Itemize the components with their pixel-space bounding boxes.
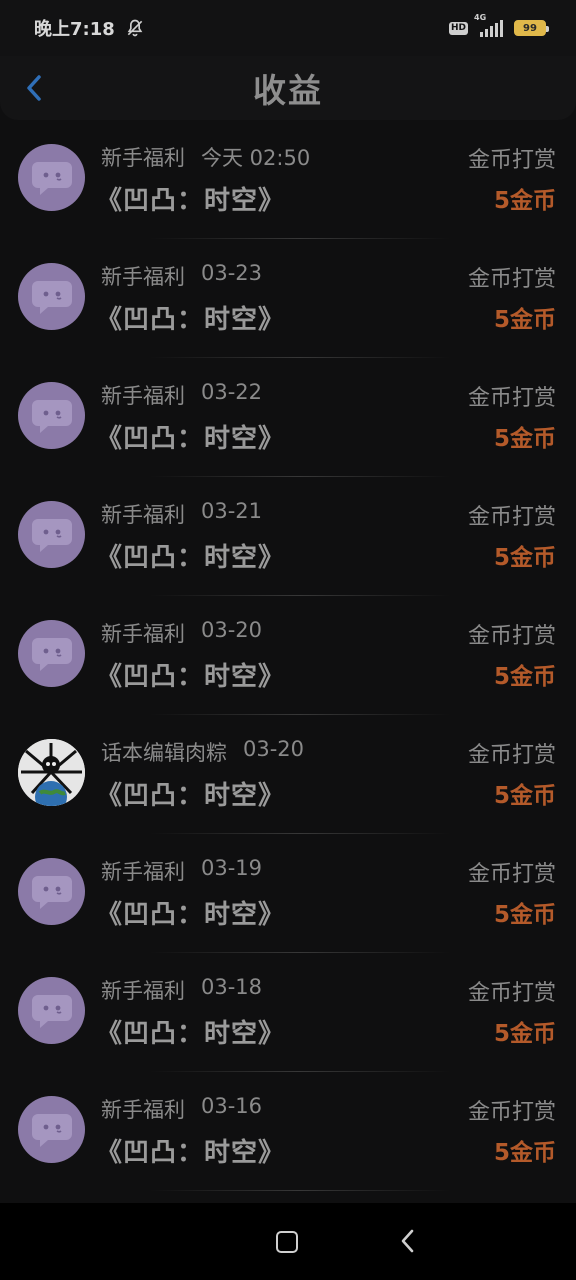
chat-bubble-icon — [18, 382, 85, 449]
row-type: 金币打赏 — [467, 624, 556, 649]
row-source: 新手福利 — [101, 384, 185, 408]
row-amount: 5金币 — [493, 307, 556, 333]
row-source: 新手福利 — [101, 146, 185, 170]
row-type: 金币打赏 — [467, 505, 556, 530]
battery-icon: 99 — [514, 20, 549, 36]
list-item[interactable]: 新手福利 03-22 《凹凸：时空》 金币打赏 5金币 — [0, 358, 576, 477]
list-item[interactable]: 新手福利 03-19 《凹凸：时空》 金币打赏 5金币 — [0, 834, 576, 953]
navigation-bar — [0, 1203, 576, 1280]
row-meta: 新手福利 03-16 — [101, 1094, 262, 1124]
list-item[interactable]: 新手福利 03-20 《凹凸：时空》 金币打赏 5金币 — [0, 596, 576, 715]
row-type: 金币打赏 — [467, 148, 556, 173]
row-divider — [150, 1190, 450, 1191]
row-title: 《凹凸：时空》 — [96, 900, 286, 930]
row-type: 金币打赏 — [467, 386, 556, 411]
home-button[interactable] — [276, 1231, 298, 1253]
row-meta: 新手福利 03-20 — [101, 618, 262, 648]
row-title: 《凹凸：时空》 — [96, 186, 286, 216]
row-amount: 5金币 — [493, 783, 556, 809]
chat-bubble-icon — [18, 144, 85, 211]
signal-icon: 4G — [474, 13, 506, 37]
row-type: 金币打赏 — [467, 267, 556, 292]
list-item[interactable]: 新手福利 03-18 《凹凸：时空》 金币打赏 5金币 — [0, 953, 576, 1072]
list-item[interactable]: 新手福利 03-23 《凹凸：时空》 金币打赏 5金币 — [0, 239, 576, 358]
chat-bubble-icon — [18, 501, 85, 568]
chat-bubble-icon — [18, 263, 85, 330]
row-source: 新手福利 — [101, 860, 185, 884]
row-date: 03-23 — [201, 261, 263, 285]
header: 收益 — [0, 56, 576, 120]
row-meta: 新手福利 03-18 — [101, 975, 262, 1005]
row-title: 《凹凸：时空》 — [96, 1019, 286, 1049]
back-button[interactable] — [18, 70, 50, 106]
row-source: 新手福利 — [101, 265, 185, 289]
row-title: 《凹凸：时空》 — [96, 424, 286, 454]
row-source: 新手福利 — [101, 503, 185, 527]
row-title: 《凹凸：时空》 — [96, 1138, 286, 1168]
row-source: 话本编辑肉粽 — [101, 741, 227, 765]
chat-bubble-icon — [18, 1096, 85, 1163]
row-date: 03-20 — [243, 737, 305, 761]
row-type: 金币打赏 — [467, 1100, 556, 1125]
row-source: 新手福利 — [101, 979, 185, 1003]
status-bar: 晚上7:18 HD 4G 99 — [0, 0, 576, 56]
row-date: 今天 02:50 — [201, 146, 311, 170]
row-amount: 5金币 — [493, 664, 556, 690]
hd-badge: HD — [448, 21, 468, 35]
list-item[interactable]: 新手福利 今天 02:50 《凹凸：时空》 金币打赏 5金币 — [0, 120, 576, 239]
row-date: 03-19 — [201, 856, 263, 880]
network-label: 4G — [474, 13, 487, 22]
status-icons: HD 4G 99 — [448, 13, 549, 37]
row-type: 金币打赏 — [467, 862, 556, 887]
row-amount: 5金币 — [493, 1021, 556, 1047]
row-meta: 新手福利 03-22 — [101, 380, 262, 410]
row-date: 03-21 — [201, 499, 263, 523]
nav-back-button[interactable] — [396, 1227, 420, 1255]
row-source: 新手福利 — [101, 622, 185, 646]
row-meta: 话本编辑肉粽 03-20 — [101, 737, 304, 767]
row-source: 新手福利 — [101, 1098, 185, 1122]
list-item[interactable]: 话本编辑肉粽 03-20 《凹凸：时空》 金币打赏 5金币 — [0, 715, 576, 834]
page-title: 收益 — [253, 71, 323, 110]
row-amount: 5金币 — [493, 545, 556, 571]
battery-level: 99 — [523, 22, 537, 34]
row-type: 金币打赏 — [467, 981, 556, 1006]
row-amount: 5金币 — [493, 1140, 556, 1166]
earnings-list: 新手福利 今天 02:50 《凹凸：时空》 金币打赏 5金币 新手福利 03-23 《凹凸：时… — [0, 120, 576, 1191]
chat-bubble-icon — [18, 620, 85, 687]
row-date: 03-20 — [201, 618, 263, 642]
row-meta: 新手福利 03-21 — [101, 499, 262, 529]
row-title: 《凹凸：时空》 — [96, 662, 286, 692]
row-meta: 新手福利 03-23 — [101, 261, 262, 291]
row-type: 金币打赏 — [467, 743, 556, 768]
row-amount: 5金币 — [493, 188, 556, 214]
avatar — [18, 739, 85, 806]
status-time: 晚上7:18 — [34, 19, 115, 40]
list-item[interactable]: 新手福利 03-16 《凹凸：时空》 金币打赏 5金币 — [0, 1072, 576, 1191]
row-title: 《凹凸：时空》 — [96, 781, 286, 811]
chevron-left-icon — [27, 75, 41, 101]
row-title: 《凹凸：时空》 — [96, 543, 286, 573]
row-date: 03-22 — [201, 380, 263, 404]
row-meta: 新手福利 今天 02:50 — [101, 142, 310, 172]
chat-bubble-icon — [18, 858, 85, 925]
list-item[interactable]: 新手福利 03-21 《凹凸：时空》 金币打赏 5金币 — [0, 477, 576, 596]
row-amount: 5金币 — [493, 426, 556, 452]
row-date: 03-16 — [201, 1094, 263, 1118]
row-title: 《凹凸：时空》 — [96, 305, 286, 335]
row-meta: 新手福利 03-19 — [101, 856, 262, 886]
row-date: 03-18 — [201, 975, 263, 999]
chat-bubble-icon — [18, 977, 85, 1044]
bell-off-icon — [127, 19, 143, 37]
row-amount: 5金币 — [493, 902, 556, 928]
